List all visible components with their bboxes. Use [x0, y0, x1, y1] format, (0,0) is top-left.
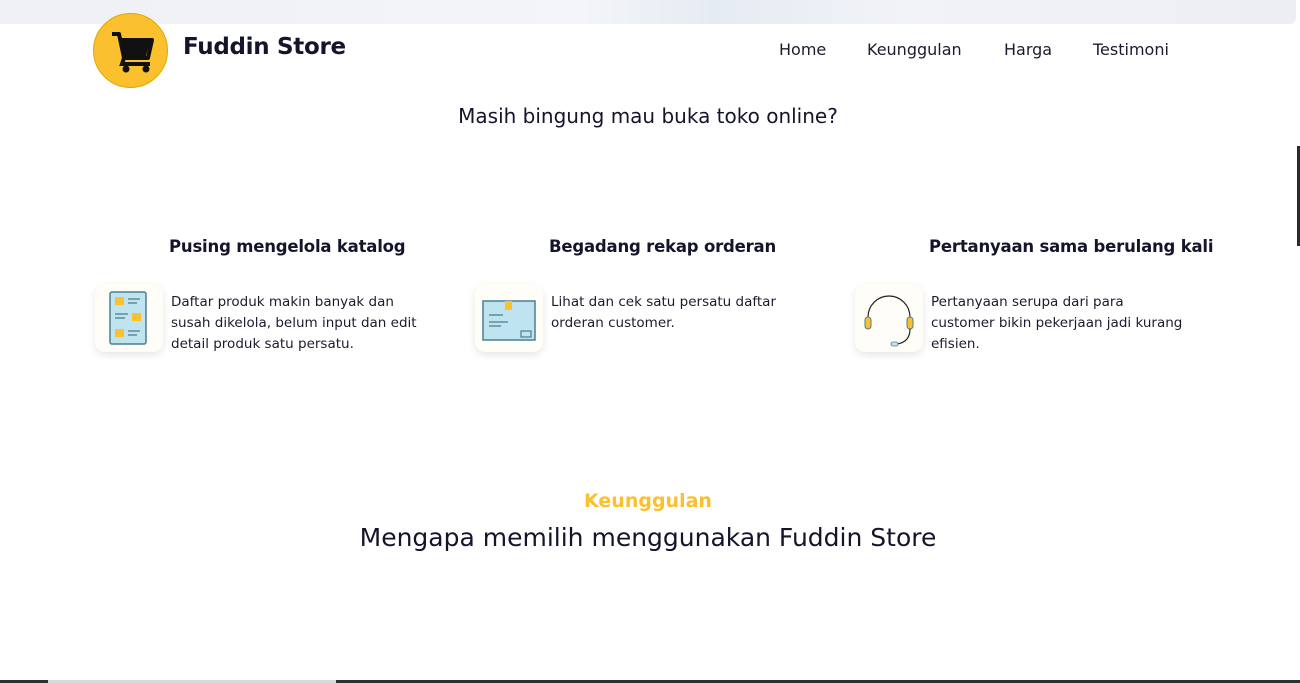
- pain-desc-questions: Pertanyaan serupa dari para customer bik…: [931, 292, 1182, 355]
- section-tag-keunggulan: Keunggulan: [584, 490, 712, 512]
- cart-logo-icon[interactable]: [93, 13, 168, 88]
- pain-title-questions: Pertanyaan sama berulang kali: [929, 237, 1214, 256]
- pain-desc-line: orderan customer.: [551, 315, 675, 331]
- headset-icon: [855, 284, 923, 352]
- pain-title-catalog: Pusing mengelola katalog: [169, 237, 406, 256]
- catalog-icon: [95, 284, 163, 352]
- brand-name[interactable]: Fuddin Store: [183, 34, 346, 60]
- pain-desc-line: customer bikin pekerjaan jadi kurang: [931, 315, 1183, 331]
- nav-keunggulan[interactable]: Keunggulan: [867, 40, 962, 59]
- section-title-advantages: Mengapa memilih menggunakan Fuddin Store: [359, 523, 937, 552]
- pain-desc-line: detail produk satu persatu.: [171, 336, 354, 352]
- navbar: Fuddin Store Home Keunggulan Harga Testi…: [0, 0, 1296, 100]
- pain-desc-line: Daftar produk makin banyak dan: [171, 294, 394, 310]
- nav-home[interactable]: Home: [779, 40, 826, 59]
- pain-desc-line: Pertanyaan serupa dari para: [931, 294, 1124, 310]
- pain-desc-line: efisien.: [931, 336, 980, 352]
- hero-question: Masih bingung mau buka toko online?: [458, 104, 838, 128]
- nav-harga[interactable]: Harga: [1004, 40, 1052, 59]
- pain-desc-catalog: Daftar produk makin banyak dan susah dik…: [171, 292, 417, 355]
- pain-desc-line: susah dikelola, belum input dan edit: [171, 315, 417, 331]
- order-box-icon: [475, 284, 543, 352]
- pain-desc-orders: Lihat dan cek satu persatu daftar ordera…: [551, 292, 776, 334]
- pain-desc-line: Lihat dan cek satu persatu daftar: [551, 294, 777, 310]
- nav-testimoni[interactable]: Testimoni: [1093, 40, 1169, 59]
- pain-title-orders: Begadang rekap orderan: [549, 237, 777, 256]
